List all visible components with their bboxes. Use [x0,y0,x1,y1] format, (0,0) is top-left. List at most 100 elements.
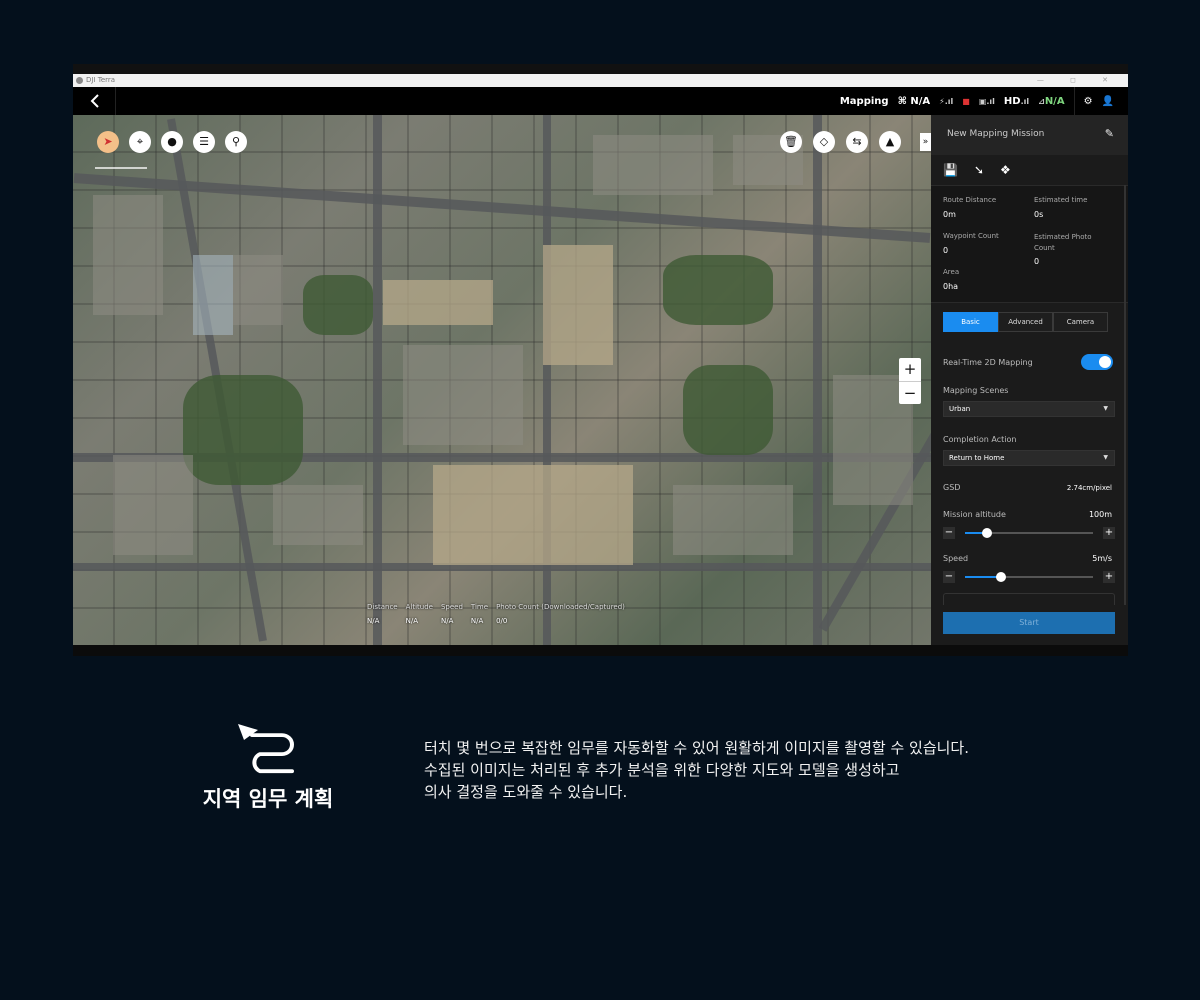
gps-indicator: ⌘ N/A [898,96,931,107]
delete-mission-button[interactable]: 🗑 [780,131,802,153]
start-button[interactable]: Start [943,612,1115,634]
altitude-increase-button[interactable]: + [1103,527,1115,539]
map-building [593,135,713,195]
altitude-decrease-button[interactable]: − [943,527,955,539]
map-search-button[interactable]: ⚲ [225,131,247,153]
slider-knob[interactable] [995,572,1006,582]
speed-slider[interactable]: − + [943,570,1115,584]
settings-tabs: Basic Advanced Camera [943,312,1108,332]
route-path-icon [238,724,294,774]
tab-basic[interactable]: Basic [943,312,998,332]
flight-telemetry: Distance N/A Altitude N/A Speed N/A Time… [367,603,625,625]
slider-track [965,572,1093,582]
select-value: Return to Home [949,454,1005,462]
select-value: Urban [949,405,971,413]
tab-advanced[interactable]: Advanced [998,312,1053,332]
back-button[interactable] [87,91,103,111]
telemetry-value: N/A [440,617,454,625]
double-chevron-right-icon: » [922,137,929,147]
feature-title: 지역 임무 계획 [202,787,334,811]
mission-altitude-value: 100m [1088,510,1112,519]
gsd-value: 2.74cm/pixel [1066,484,1112,492]
clear-points-button[interactable]: ◇ [813,131,835,153]
completion-action-select[interactable]: Return to Home ▼ [943,450,1115,466]
zoom-in-button[interactable]: + [899,358,921,381]
stat-area: Area 0ha [943,268,959,291]
telemetry-label: Speed [440,603,463,611]
telemetry-label: Altitude [405,603,433,611]
rtk-icon: ⊿ [1038,96,1045,106]
completion-action-label: Completion Action [943,435,1017,444]
aircraft-location-button[interactable]: ▲ [879,131,901,153]
pencil-edit-icon[interactable]: ✎ [1105,127,1114,140]
stat-value: 0m [943,210,956,219]
map-building [113,455,193,555]
map-construction-site [543,245,613,365]
rtk-value: N/A [1044,95,1065,107]
user-account-icon[interactable]: 👤 [1102,96,1114,107]
import-arrow-icon[interactable]: ➘ [974,163,984,177]
app-logo-icon [76,77,83,84]
layer-list-button[interactable]: ☰ [193,131,215,153]
aircraft-icon: ▲ [885,135,895,148]
speed-increase-button[interactable]: + [1103,571,1115,583]
hd-indicator: HD.ıl [1004,96,1029,107]
map-building [673,485,793,555]
stat-value: 0s [1034,210,1044,219]
map-construction-site [433,465,633,565]
realtime-mapping-toggle[interactable] [1081,354,1113,370]
status-divider-right [1073,87,1075,115]
mission-settings-panel: New Mapping Mission ✎ 💾 ➘ ❖ Route Distan… [931,115,1128,645]
reverse-route-button[interactable]: ⇆ [846,131,868,153]
status-divider [115,87,116,115]
speed-label: Speed [943,554,969,563]
map-building [193,255,233,335]
telemetry-value: N/A [405,617,418,625]
crosshair-icon: ⌖ [136,135,144,148]
satellite-map[interactable]: ➤ ⌖ ● ☰ ⚲ 🗑 ◇ ⇆ ▲ » + − Distance N/A Alt… [73,115,931,645]
stat-estimated-time: Estimated time 0s [1034,196,1087,219]
speed-decrease-button[interactable]: − [943,571,955,583]
save-icon[interactable]: 💾 [943,163,958,177]
gsd-label: GSD [943,483,961,492]
stat-label: Route Distance [943,196,997,204]
mode-label: Mapping [839,95,889,107]
stat-label: Estimated Photo Count [1034,233,1092,252]
tab-camera[interactable]: Camera [1053,312,1108,332]
panel-scrollbar[interactable] [1124,185,1126,605]
page: DJI Terra — ◻ ✕ Mapping ⌘ N/A ⚡.ıl ■ ▣.ı… [0,0,1200,1000]
stat-label: Area [943,268,960,276]
layers-icon[interactable]: ❖ [1000,163,1011,177]
mission-altitude-slider[interactable]: − + [943,526,1115,540]
compass-icon: ➤ [103,135,113,148]
locate-aircraft-button[interactable]: ⌖ [129,131,151,153]
panel-collapse-button[interactable]: » [920,133,931,151]
telemetry-time: Time N/A [471,603,488,625]
trash-icon: 🗑 [784,135,798,148]
window-controls[interactable]: — ◻ ✕ [1037,74,1120,87]
description-line: 의사 결정을 도와줄 수 있습니다. [424,783,628,801]
mapping-scenes-select[interactable]: Urban ▼ [943,401,1115,417]
mission-title[interactable]: New Mapping Mission [947,129,1044,139]
panel-actions: 💾 ➘ ❖ [943,163,1011,177]
stat-value: 0 [943,246,949,255]
eraser-icon: ◇ [819,135,829,148]
telemetry-label: Time [470,603,489,611]
status-bar: Mapping ⌘ N/A ⚡.ıl ■ ▣.ıl HD.ıl ⊿N/A ⚙ 👤 [73,87,1128,115]
telemetry-label: Photo Count (Downloaded/Captured) [496,603,625,611]
panel-header: New Mapping Mission ✎ [931,115,1128,155]
stat-label: Waypoint Count [943,232,999,240]
stat-label: Estimated time [1034,196,1088,204]
caret-down-icon: ▼ [1103,454,1108,461]
feature-description: 터치 몇 번으로 복잡한 임무를 자동화할 수 있어 원활하게 이미지를 촬영할… [424,737,1044,803]
compass-button[interactable]: ➤ [97,131,119,153]
map-road [543,115,551,645]
zoom-out-button[interactable]: − [899,381,921,404]
stat-value: 0ha [943,282,959,291]
location-pin-button[interactable]: ● [161,131,183,153]
slider-knob[interactable] [981,528,992,538]
settings-gear-icon[interactable]: ⚙ [1084,96,1093,107]
hd-label: HD [1003,95,1021,107]
controller-signal-icon: ▣.ıl [978,96,995,106]
rtk-indicator: ⊿N/A [1038,96,1064,107]
